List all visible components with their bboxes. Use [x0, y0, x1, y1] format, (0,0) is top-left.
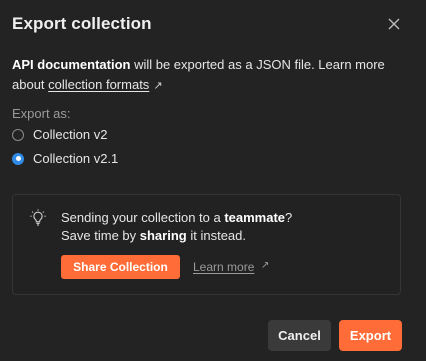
- export-button[interactable]: Export: [339, 320, 402, 351]
- share-collection-button[interactable]: Share Collection: [61, 255, 180, 279]
- share-tip-card: Sending your collection to a teammate? S…: [12, 194, 401, 295]
- collection-name: API documentation: [12, 57, 131, 72]
- share-tip-text: Sending your collection to a teammate? S…: [61, 209, 292, 245]
- export-description: API documentation will be exported as a …: [12, 55, 412, 96]
- dialog-title: Export collection: [12, 14, 152, 33]
- external-link-icon: ↗: [153, 80, 163, 92]
- tip-line-1-end: ?: [285, 210, 293, 225]
- learn-more-link[interactable]: Learn more: [193, 260, 254, 274]
- radio-option-collection-v2[interactable]: Collection v2: [12, 127, 107, 142]
- tip-line-2: Save time by sharing it instead.: [61, 227, 292, 245]
- radio-label: Collection v2: [33, 127, 108, 142]
- external-link-icon: ↗: [261, 260, 270, 271]
- lightbulb-icon: [30, 209, 46, 232]
- radio-unchecked[interactable]: [12, 128, 24, 141]
- tip-line-2-end: it instead.: [186, 228, 246, 243]
- radio-checked[interactable]: [12, 152, 24, 165]
- export-collection-dialog: Export collection API documentation will…: [0, 0, 426, 361]
- collection-formats-link[interactable]: collection formats: [48, 77, 149, 92]
- tip-line-1-text: Sending your collection to a: [61, 210, 225, 225]
- close-icon: [388, 18, 400, 30]
- close-button[interactable]: [383, 13, 405, 35]
- tip-line-2-text: Save time by: [61, 228, 140, 243]
- export-as-label: Export as:: [12, 106, 71, 121]
- tip-sharing: sharing: [139, 228, 187, 243]
- tip-teammate: teammate: [224, 210, 286, 225]
- radio-label: Collection v2.1: [33, 151, 119, 166]
- tip-line-1: Sending your collection to a teammate?: [61, 209, 292, 227]
- radio-option-collection-v2-1[interactable]: Collection v2.1: [12, 151, 118, 166]
- cancel-button[interactable]: Cancel: [268, 320, 331, 351]
